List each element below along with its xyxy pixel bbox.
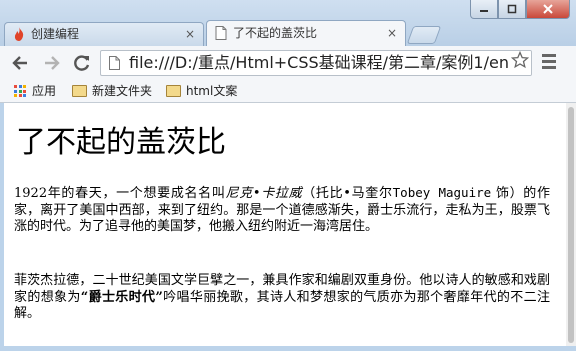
- close-window-button[interactable]: [526, 0, 570, 19]
- page-icon: [215, 26, 227, 40]
- window-frame-bottom: [0, 346, 576, 351]
- apps-icon: [14, 85, 26, 97]
- star-icon: [510, 51, 530, 69]
- tab-strip: 创建编程 × 了不起的盖茨比 ×: [0, 0, 576, 46]
- minimize-icon: [480, 10, 488, 12]
- minimize-button[interactable]: [470, 0, 498, 19]
- reload-button[interactable]: [72, 53, 92, 73]
- menu-bar: [542, 60, 556, 63]
- flame-icon: [14, 27, 24, 41]
- page-icon: [109, 56, 120, 70]
- browser-window: 创建编程 × 了不起的盖茨比 × file:///D:/重点/Html+CSS基…: [0, 0, 576, 351]
- vertical-scrollbar[interactable]: [566, 103, 576, 346]
- folder-icon: [166, 85, 181, 97]
- forward-button[interactable]: [42, 53, 62, 73]
- close-icon: [543, 4, 553, 14]
- maximize-button[interactable]: [498, 0, 526, 19]
- close-icon[interactable]: ×: [185, 23, 195, 45]
- reload-icon: [74, 55, 90, 71]
- bookmark-label: html文案: [186, 84, 238, 98]
- bookmarks-bar: 应用 新建文件夹 html文案: [0, 80, 576, 103]
- menu-bar: [542, 54, 556, 57]
- bold-phrase: “爵士乐时代”: [80, 289, 163, 305]
- bookmark-star-button[interactable]: [509, 51, 531, 75]
- bookmark-label: 应用: [32, 84, 57, 98]
- bookmark-label: 新建文件夹: [92, 84, 153, 98]
- scrollbar-thumb[interactable]: [568, 107, 574, 343]
- arrow-left-icon: [12, 56, 27, 70]
- page-title: 了不起的盖茨比: [16, 125, 226, 160]
- tab-label: 了不起的盖茨比: [233, 26, 318, 40]
- tab-gatsby[interactable]: 了不起的盖茨比 ×: [206, 20, 406, 46]
- paragraph-author: 菲茨杰拉德，二十世纪美国文学巨擘之一，兼具作家和编剧双重身份。他以诗人的敏感和戏…: [14, 273, 550, 323]
- tab-label: 创建编程: [31, 27, 80, 41]
- back-button[interactable]: [10, 53, 30, 73]
- menu-bar: [542, 66, 556, 69]
- paragraph-intro: 1922年的春天，一个想要成名名叫尼克•卡拉威（托比•马奎尔Tobey Magu…: [14, 185, 550, 236]
- italic-name: 尼克•卡拉威: [225, 186, 303, 201]
- paragraph-text: （托比•马奎尔: [302, 186, 393, 201]
- arrow-right-icon: [45, 56, 60, 70]
- tab-create-programming[interactable]: 创建编程 ×: [4, 22, 204, 46]
- maximize-icon: [507, 4, 517, 14]
- menu-button[interactable]: [542, 54, 556, 70]
- new-tab-button[interactable]: [406, 26, 442, 44]
- url-text: file:///D:/重点/Html+CSS基础课程/第二章/案例1/en: [129, 53, 509, 72]
- bookmark-apps[interactable]: 应用: [14, 83, 56, 99]
- page-viewport: 了不起的盖茨比 1922年的春天，一个想要成名名叫尼克•卡拉威（托比•马奎尔To…: [4, 103, 566, 346]
- paragraph-text: 1922年的春天，一个想要成名名叫: [14, 186, 226, 201]
- bookmark-new-folder[interactable]: 新建文件夹: [72, 83, 152, 99]
- bookmark-html-copy[interactable]: html文案: [166, 83, 237, 99]
- address-bar[interactable]: file:///D:/重点/Html+CSS基础课程/第二章/案例1/en: [100, 50, 532, 76]
- navigation-toolbar: file:///D:/重点/Html+CSS基础课程/第二章/案例1/en: [0, 46, 576, 80]
- close-icon[interactable]: ×: [387, 21, 397, 45]
- folder-icon: [72, 85, 87, 97]
- window-controls: [470, 0, 570, 20]
- actor-name: Tobey Maguire: [392, 185, 492, 200]
